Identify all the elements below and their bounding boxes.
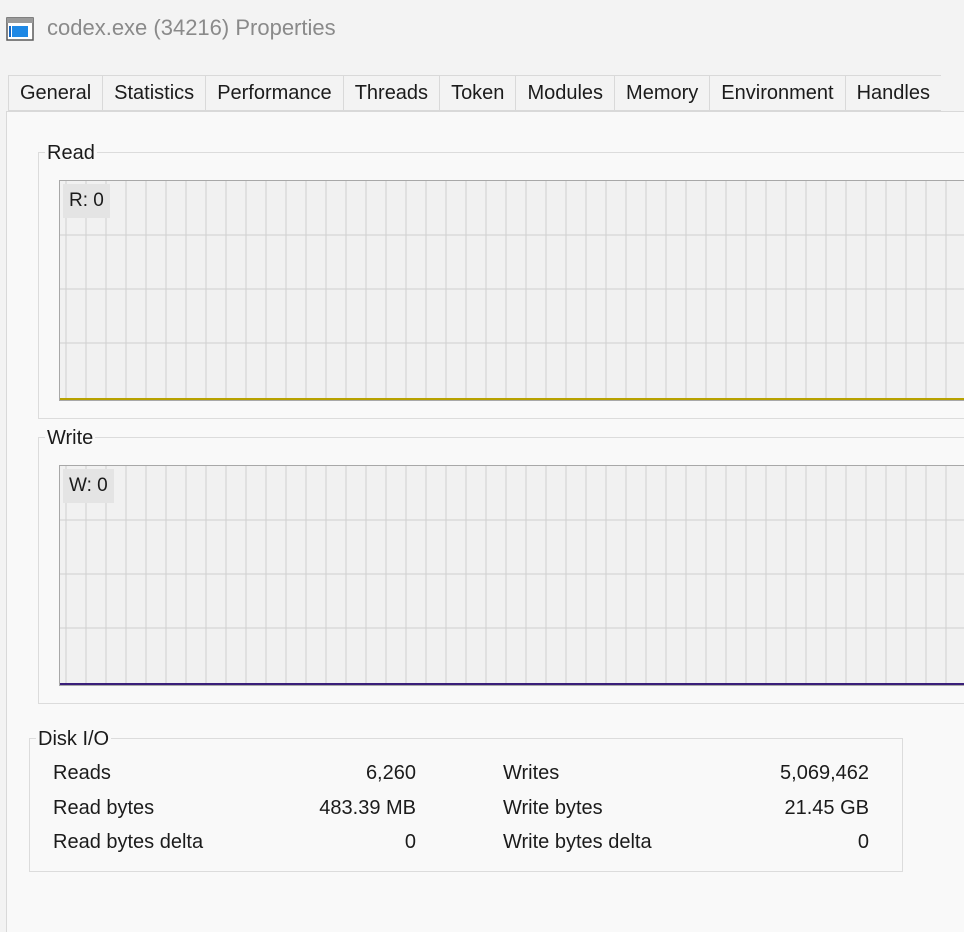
title-bar[interactable]: codex.exe (34216) Properties: [0, 0, 964, 60]
tab-token[interactable]: Token: [439, 75, 516, 111]
read-bytes-delta-label: Read bytes delta: [53, 831, 204, 853]
disk-io-title: Disk I/O: [36, 728, 112, 751]
window-icon: [6, 17, 34, 41]
write-bytes-label: Write bytes: [503, 797, 603, 819]
write-graph: W: 0: [59, 465, 964, 686]
read-bytes-value: 483.39 MB: [319, 797, 416, 819]
tab-handles[interactable]: Handles: [844, 75, 941, 111]
read-graph-value: R: 0: [63, 184, 110, 218]
tab-general[interactable]: General: [8, 75, 103, 111]
read-bytes-label: Read bytes: [53, 797, 155, 819]
read-graph: R: 0: [59, 180, 964, 401]
tab-memory[interactable]: Memory: [614, 75, 710, 111]
write-graph-value: W: 0: [63, 469, 114, 503]
window-title: codex.exe (34216) Properties: [47, 15, 336, 40]
tab-statistics[interactable]: Statistics: [102, 75, 206, 111]
write-bytes-delta-label: Write bytes delta: [503, 831, 652, 853]
reads-value: 6,260: [365, 762, 416, 784]
tab-environment[interactable]: Environment: [709, 75, 845, 111]
read-group-title: Read: [45, 142, 97, 165]
write-group-title: Write: [45, 427, 96, 450]
writes-label: Writes: [503, 762, 560, 784]
write-bytes-delta-value: 0: [857, 831, 869, 853]
tab-threads[interactable]: Threads: [342, 75, 440, 111]
write-bytes-value: 21.45 GB: [784, 797, 869, 819]
tab-page-disk: Read R: 0 Write W: 0 Disk I/O Reads 6,26…: [6, 111, 964, 932]
writes-value: 5,069,462: [780, 762, 869, 784]
tab-performance[interactable]: Performance: [205, 75, 343, 111]
tab-modules[interactable]: Modules: [515, 75, 615, 111]
tab-strip: General Statistics Performance Threads T…: [8, 75, 941, 112]
read-bytes-delta-value: 0: [404, 831, 416, 853]
reads-label: Reads: [53, 762, 111, 784]
